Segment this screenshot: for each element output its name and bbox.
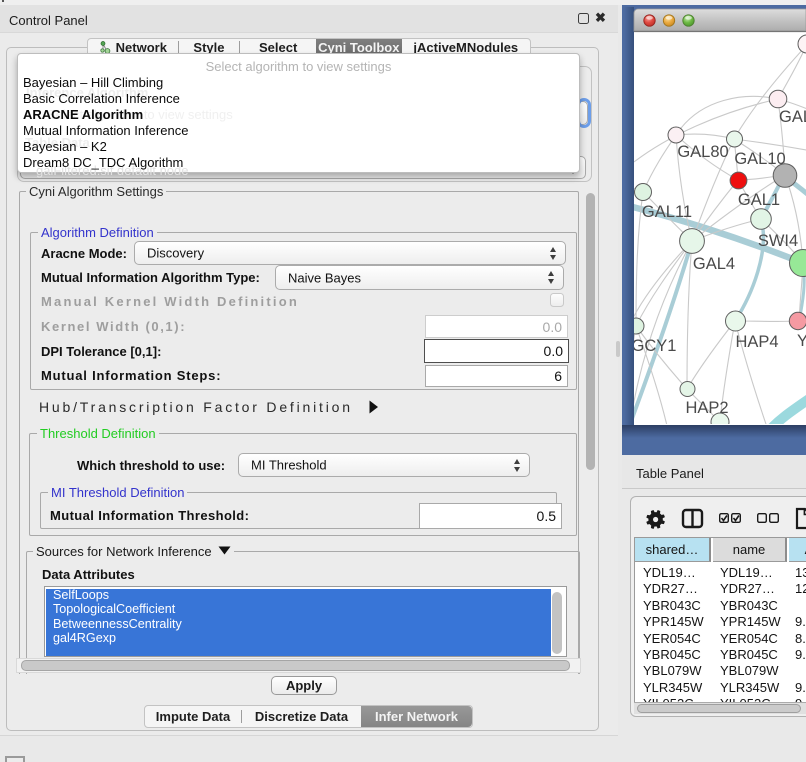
svg-text:GAL2: GAL2 xyxy=(779,108,806,126)
svg-text:YJR: YJR xyxy=(797,332,806,350)
svg-text:GAL4: GAL4 xyxy=(693,255,735,273)
svg-text:GAL1: GAL1 xyxy=(738,191,780,209)
svg-text:HAP4: HAP4 xyxy=(735,333,778,351)
svg-text:SWI4: SWI4 xyxy=(758,232,798,250)
svg-text:GAL10: GAL10 xyxy=(734,150,785,168)
svg-text:GAL11: GAL11 xyxy=(642,203,692,221)
svg-text:HAP2: HAP2 xyxy=(685,399,728,417)
svg-text:GAL80: GAL80 xyxy=(677,143,728,161)
svg-text:GCY1: GCY1 xyxy=(632,337,677,355)
